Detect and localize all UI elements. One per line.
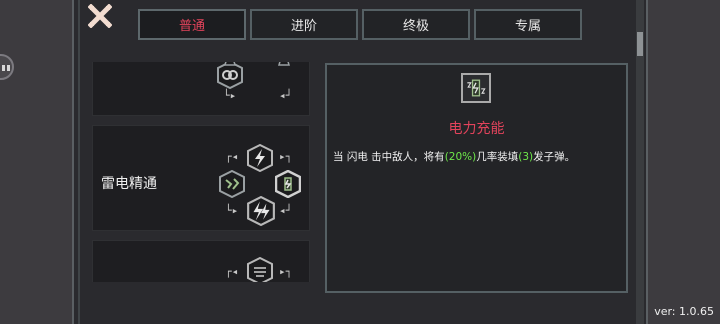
lightning-icon[interactable] (247, 196, 275, 226)
skill-card[interactable]: 雷电精通 ┌◂ ▸┐ └▸ ◂┘ (92, 125, 310, 231)
skill-detail-title: 电力充能 (448, 121, 505, 137)
skill-node-icon[interactable] (219, 170, 245, 198)
lightning-icon[interactable] (247, 144, 273, 172)
skill-node-icon[interactable] (247, 257, 273, 282)
link-arrow-icon: ┌◂ (225, 265, 239, 278)
link-arrow-icon: ◂┘ (279, 204, 293, 217)
tab-advanced[interactable]: 进阶 (250, 9, 358, 40)
power-charge-icon[interactable] (275, 170, 301, 198)
desc-suffix: 发子弹。 (533, 151, 576, 163)
desc-mid: 几率装填 (476, 151, 519, 163)
skill-card-title: 雷电精通 (101, 176, 157, 192)
link-arrow-icon: └▸ (223, 89, 237, 102)
close-icon[interactable] (88, 4, 112, 28)
version-label: ver: 1.0.65 (654, 305, 714, 318)
link-arrow-icon: ▸┐ (279, 265, 293, 278)
desc-prefix: 当 闪电 击中敌人，将有 (333, 151, 445, 163)
link-arrow-icon: ▸┐ (279, 150, 293, 163)
tab-normal[interactable]: 普通 (138, 9, 246, 40)
skill-list[interactable]: └▸ ◂┘ 雷电精通 ┌◂ ▸┐ └▸ ◂┘ ┌◂ ▸┐ (92, 62, 310, 282)
scrollbar[interactable] (636, 0, 644, 324)
skill-card[interactable]: ┌◂ ▸┐ (92, 240, 310, 282)
link-arrow-icon: ◂┘ (279, 89, 293, 102)
skill-node-icon (224, 62, 236, 66)
power-charge-icon (461, 73, 491, 103)
desc-count: (3) (518, 151, 534, 163)
skill-detail-description: 当 闪电 击中敌人，将有(20%)几率装填(3)发子弹。 (333, 149, 575, 164)
tab-ultimate[interactable]: 终极 (362, 9, 470, 40)
link-arrow-icon: └▸ (225, 204, 239, 217)
skill-node-icon (278, 62, 290, 66)
link-arrow-icon: ┌◂ (225, 150, 239, 163)
side-menu-button[interactable] (0, 54, 14, 80)
skill-card[interactable]: └▸ ◂┘ (92, 62, 310, 116)
scrollbar-thumb[interactable] (637, 32, 643, 56)
skill-detail-panel: 电力充能 当 闪电 击中敌人，将有(20%)几率装填(3)发子弹。 (325, 63, 628, 293)
tab-exclusive[interactable]: 专属 (474, 9, 582, 40)
desc-chance: (20%) (444, 151, 477, 163)
